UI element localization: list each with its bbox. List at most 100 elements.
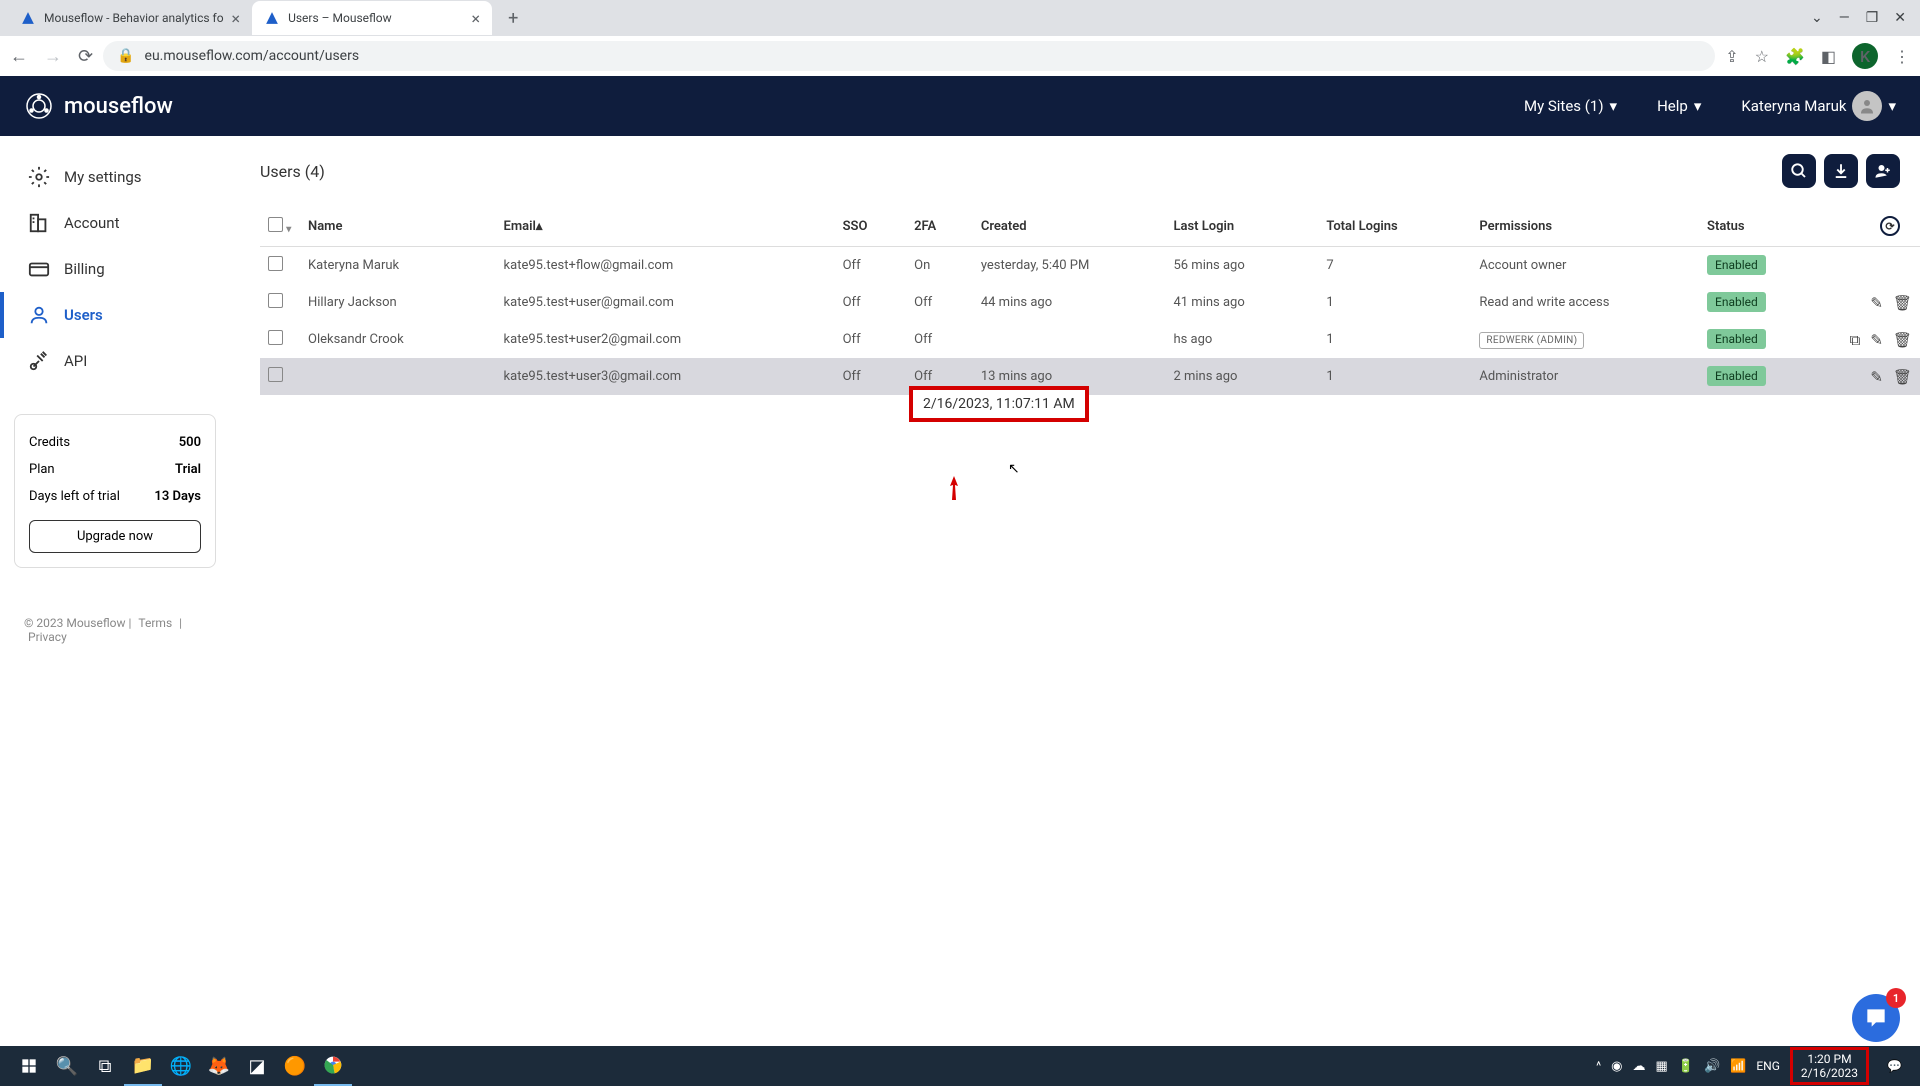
logo[interactable]: mouseflow [24,91,173,121]
intellij-icon[interactable]: ◪ [238,1046,276,1086]
notifications-icon[interactable]: 💬 [1879,1059,1910,1073]
url-input[interactable]: 🔒 eu.mouseflow.com/account/users [103,41,1715,71]
chat-launcher[interactable]: 1 [1852,994,1900,1042]
upgrade-button[interactable]: Upgrade now [29,520,201,553]
chevron-down-icon[interactable]: ⌄ [1811,10,1823,26]
delete-icon[interactable]: 🗑 [1893,294,1912,312]
permission-badge: REDWERK (ADMIN) [1479,332,1584,349]
volume-icon[interactable]: 🔊 [1704,1059,1720,1074]
back-icon[interactable]: ← [10,46,28,67]
tray-icon[interactable]: ▦ [1656,1059,1668,1074]
sidebar-toggle-icon[interactable]: ◧ [1821,47,1836,66]
forward-icon[interactable]: → [44,46,62,67]
help-dropdown[interactable]: Help ▾ [1657,97,1701,115]
caret-down-icon: ▾ [1694,97,1702,115]
clock[interactable]: 1:20 PM 2/16/2023 [1790,1047,1869,1086]
copy-icon[interactable]: ⧉ [1850,331,1861,349]
battery-icon[interactable]: 🔋 [1678,1059,1694,1074]
plug-icon [28,350,50,372]
url-text: eu.mouseflow.com/account/users [145,48,360,64]
edit-icon[interactable]: ✎ [1870,331,1883,349]
credits-panel: Credits500 PlanTrial Days left of trial1… [14,414,216,568]
table-row[interactable]: Hillary Jackson kate95.test+user@gmail.c… [260,284,1920,321]
close-window-icon[interactable]: ✕ [1894,10,1906,26]
extensions-icon[interactable]: 🧩 [1785,47,1805,66]
sidebar-item-my-settings[interactable]: My settings [0,154,230,200]
footer: © 2023 Mouseflow | Terms | Privacy [0,598,230,662]
chat-badge: 1 [1886,988,1906,1008]
users-table: ▾ Name Email▴ SSO 2FA Created Last Login… [260,206,1920,395]
tray-chevron-icon[interactable]: ^ [1596,1059,1601,1073]
app-header: mouseflow My Sites (1) ▾ Help ▾ Kateryna… [0,76,1920,136]
search-icon[interactable]: 🔍 [48,1046,86,1086]
postman-icon[interactable]: 🟠 [276,1046,314,1086]
sidebar-item-account[interactable]: Account [0,200,230,246]
col-name[interactable]: Name [300,206,496,247]
start-button[interactable] [10,1046,48,1086]
col-total-logins[interactable]: Total Logins [1318,206,1471,247]
tray-icon[interactable]: ◉ [1611,1059,1622,1074]
browser-tab-active[interactable]: Users – Mouseflow × [252,1,492,35]
card-icon [28,258,50,280]
status-badge: Enabled [1707,329,1766,349]
gear-icon [28,166,50,188]
col-sso[interactable]: SSO [835,206,907,247]
table-row[interactable]: kate95.test+user3@gmail.com Off Off 13 m… [260,358,1920,395]
terms-link[interactable]: Terms [138,616,172,630]
edge-icon[interactable]: 🌐 [162,1046,200,1086]
sidebar-item-billing[interactable]: Billing [0,246,230,292]
table-row[interactable]: Oleksandr Crook kate95.test+user2@gmail.… [260,321,1920,358]
tab-bar: Mouseflow - Behavior analytics fo × User… [0,0,1920,36]
row-checkbox[interactable] [268,293,283,308]
close-icon[interactable]: × [232,9,241,28]
file-explorer-icon[interactable]: 📁 [124,1046,162,1086]
tab-favicon [20,10,36,26]
refresh-icon[interactable]: ⟳ [1880,216,1900,236]
edit-icon[interactable]: ✎ [1870,368,1883,386]
task-view-icon[interactable]: ⧉ [86,1046,124,1086]
privacy-link[interactable]: Privacy [28,630,67,644]
download-button[interactable] [1824,154,1858,188]
user-menu[interactable]: Kateryna Maruk ▾ [1741,91,1896,121]
onedrive-icon[interactable]: ☁ [1633,1059,1646,1074]
chrome-icon[interactable] [314,1046,352,1086]
delete-icon[interactable]: 🗑 [1893,331,1912,349]
search-button[interactable] [1782,154,1816,188]
add-user-button[interactable] [1866,154,1900,188]
row-checkbox[interactable] [268,367,283,382]
language-indicator[interactable]: ENG [1756,1059,1780,1073]
reload-icon[interactable]: ⟳ [78,46,93,67]
caret-down-icon: ▾ [1888,97,1896,115]
maximize-icon[interactable]: ❐ [1866,10,1879,26]
col-email[interactable]: Email▴ [496,206,835,247]
wifi-icon[interactable]: 📶 [1730,1059,1746,1074]
address-bar: ← → ⟳ 🔒 eu.mouseflow.com/account/users ⇪… [0,36,1920,76]
col-2fa[interactable]: 2FA [906,206,973,247]
profile-avatar[interactable]: K [1852,43,1878,69]
minimize-icon[interactable]: ― [1839,10,1850,26]
chevron-down-icon[interactable]: ▾ [286,224,291,235]
select-all-checkbox[interactable] [268,217,283,232]
browser-tab-inactive[interactable]: Mouseflow - Behavior analytics fo × [8,1,252,35]
edit-icon[interactable]: ✎ [1870,294,1883,312]
sidebar-item-users[interactable]: Users [0,292,230,338]
kebab-menu-icon[interactable]: ⋮ [1894,47,1910,66]
col-created[interactable]: Created [973,206,1166,247]
share-icon[interactable]: ⇪ [1725,47,1738,66]
my-sites-dropdown[interactable]: My Sites (1) ▾ [1524,97,1617,115]
sidebar: My settings Account Billing Users API Cr… [0,136,230,680]
sidebar-item-api[interactable]: API [0,338,230,384]
status-badge: Enabled [1707,292,1766,312]
firefox-icon[interactable]: 🦊 [200,1046,238,1086]
delete-icon[interactable]: 🗑 [1893,368,1912,386]
col-permissions[interactable]: Permissions [1471,206,1699,247]
new-tab-button[interactable]: + [500,4,526,33]
caret-down-icon: ▾ [1610,97,1618,115]
star-icon[interactable]: ☆ [1755,47,1769,66]
table-row[interactable]: Kateryna Maruk kate95.test+flow@gmail.co… [260,247,1920,285]
row-checkbox[interactable] [268,330,283,345]
col-status[interactable]: Status [1699,206,1830,247]
col-last-login[interactable]: Last Login [1165,206,1318,247]
row-checkbox[interactable] [268,256,283,271]
close-icon[interactable]: × [472,9,481,28]
